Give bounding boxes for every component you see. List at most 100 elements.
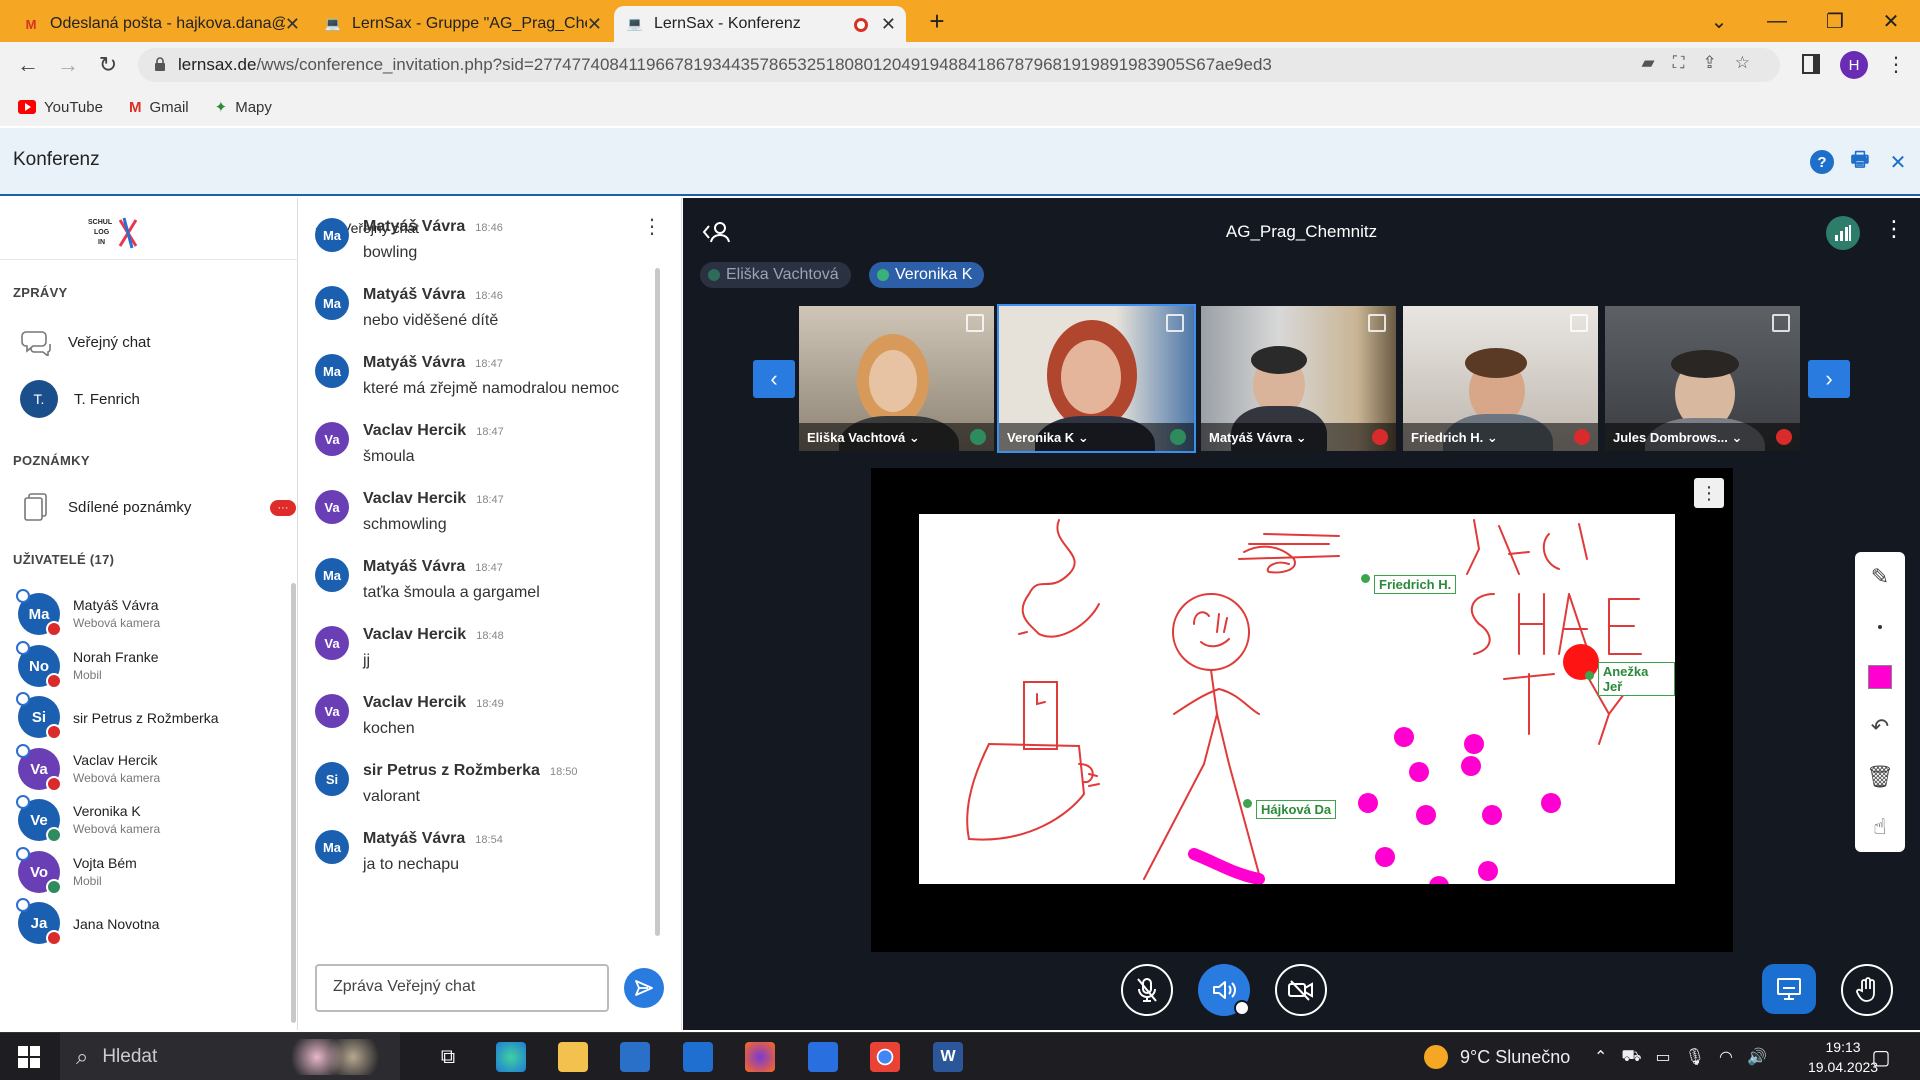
weather-widget[interactable]: 9°C Slunečno <box>1424 1033 1570 1080</box>
mute-microphone-button[interactable] <box>1121 964 1173 1016</box>
fullscreen-icon[interactable] <box>966 314 984 332</box>
volume-icon[interactable]: 🔊 <box>1747 1047 1767 1067</box>
windows-start-icon[interactable] <box>14 1042 44 1072</box>
sidebar-item-contact[interactable]: T. T. Fenrich <box>20 380 140 418</box>
delete-icon[interactable]: 🗑 <box>1855 752 1905 802</box>
close-icon[interactable]: ✕ <box>1886 150 1910 174</box>
previous-videos-button[interactable]: ‹ <box>753 360 795 398</box>
remote-cursor: Hájková Da <box>1243 788 1337 819</box>
user-list-item[interactable]: Ve Veronika K Webová kamera <box>16 793 288 847</box>
tab-lernsax-konferenz[interactable]: 💻 LernSax - Konferenz ✕ <box>614 6 906 42</box>
store-icon[interactable] <box>620 1042 650 1072</box>
message-text: bowling <box>363 244 418 261</box>
close-window-button[interactable]: ✕ <box>1862 0 1920 42</box>
microphone-icon[interactable]: 🎙 <box>1685 1047 1705 1067</box>
sidebar-item-shared-notes[interactable]: Sdílené poznámky <box>20 491 191 523</box>
tab-lernsax-group[interactable]: 💻 LernSax - Gruppe "AG_Prag_Chem ✕ <box>312 6 612 42</box>
fullscreen-icon[interactable] <box>1772 314 1790 332</box>
video-tile[interactable]: Matyáš Vávra ⌄ <box>1199 304 1398 453</box>
close-tab-icon[interactable]: ✕ <box>587 14 602 35</box>
word-icon[interactable]: W <box>933 1042 963 1072</box>
hand-pointer-icon[interactable]: ☝ <box>1855 802 1905 852</box>
color-picker[interactable] <box>1855 652 1905 702</box>
conference-menu-icon[interactable]: ⋮ <box>1883 216 1905 242</box>
url-field[interactable]: lernsax.de/wws/conference_invitation.php… <box>138 48 1780 82</box>
sidebar-scrollbar[interactable] <box>291 583 296 1023</box>
minimize-button[interactable]: — <box>1748 0 1806 42</box>
user-device: Mobil <box>73 874 102 888</box>
user-name: sir Petrus z Rožmberka <box>73 710 219 726</box>
tab-search-icon[interactable]: ⌄ <box>1690 0 1748 42</box>
video-tile[interactable]: Friedrich H. ⌄ <box>1401 304 1600 453</box>
whiteboard-canvas[interactable]: Friedrich H. Anežka Jeř Hájková Da <box>919 514 1675 896</box>
pencil-icon[interactable]: ✎ <box>1855 552 1905 602</box>
file-explorer-icon[interactable] <box>558 1042 588 1072</box>
user-list-item[interactable]: Va Vaclav Hercik Webová kamera <box>16 742 288 796</box>
presentation-button[interactable] <box>1762 964 1816 1014</box>
menu-dots-icon[interactable]: ⋮ <box>1886 52 1906 77</box>
print-icon[interactable]: 🖶 <box>1848 149 1872 174</box>
camera-button[interactable] <box>1275 964 1327 1016</box>
chat-message-input[interactable]: Zpráva Veřejný chat <box>315 964 609 1012</box>
mic-muted-icon <box>46 724 62 740</box>
cursor-dot <box>1243 799 1252 808</box>
edge-icon[interactable] <box>496 1042 526 1072</box>
chrome-icon[interactable] <box>870 1042 900 1072</box>
camera-blocked-icon[interactable]: ▰ <box>1642 53 1655 73</box>
notifications-icon[interactable]: ▢ <box>1866 1042 1896 1072</box>
user-list-item[interactable]: Ja Jana Novotna <box>16 896 288 950</box>
user-list-item[interactable]: No Norah Franke Mobil <box>16 639 288 693</box>
gmail-icon: M <box>128 98 142 116</box>
mic-muted-icon <box>1776 429 1792 445</box>
next-videos-button[interactable]: › <box>1808 360 1850 398</box>
bookmark-star-icon[interactable]: ☆ <box>1735 53 1750 73</box>
audio-button[interactable] <box>1198 964 1250 1016</box>
mail-icon[interactable] <box>683 1042 713 1072</box>
task-view-icon[interactable]: ⧉ <box>433 1042 463 1072</box>
close-tab-icon[interactable]: ✕ <box>285 14 300 35</box>
tab-gmail[interactable]: M Odeslaná pošta - hajkova.dana@ ✕ <box>10 6 310 42</box>
fullscreen-icon[interactable] <box>1570 314 1588 332</box>
wifi-icon[interactable]: ◠ <box>1719 1047 1733 1067</box>
bookmark-mapy[interactable]: ✦ Mapy <box>215 98 272 117</box>
share-icon[interactable]: ⇪ <box>1703 53 1717 73</box>
firefox-icon[interactable] <box>745 1042 775 1072</box>
battery-icon[interactable]: ▭ <box>1656 1047 1671 1067</box>
send-button[interactable] <box>624 968 664 1008</box>
audio-settings-icon[interactable] <box>1234 1000 1250 1016</box>
maximize-button[interactable]: ❐ <box>1806 0 1864 42</box>
forward-icon[interactable]: → <box>52 50 84 80</box>
video-tile[interactable]: Jules Dombrows... ⌄ <box>1603 304 1802 453</box>
fullscreen-icon[interactable] <box>1368 314 1386 332</box>
whiteboard-menu-icon[interactable]: ⋮ <box>1694 478 1724 508</box>
side-panel-icon[interactable] <box>1802 54 1820 74</box>
chevron-up-icon[interactable]: ⌃ <box>1594 1047 1607 1067</box>
new-tab-button[interactable]: + <box>922 6 952 37</box>
undo-icon[interactable]: ↶ <box>1855 702 1905 752</box>
reload-icon[interactable]: ↻ <box>92 50 124 80</box>
network-app-icon[interactable]: ⛟ <box>1621 1047 1641 1067</box>
search-icon: ⌕ <box>76 1044 89 1069</box>
video-tile[interactable]: Veronika K ⌄ <box>997 304 1196 453</box>
dropbox-icon[interactable] <box>808 1042 838 1072</box>
connection-stats-icon[interactable] <box>1826 216 1860 250</box>
user-list-item[interactable]: Si sir Petrus z Rožmberka <box>16 690 288 744</box>
help-icon[interactable]: ? <box>1810 150 1834 174</box>
translate-icon[interactable]: ⛶ <box>1673 53 1685 73</box>
chat-scrollbar[interactable] <box>655 268 660 936</box>
user-list-item[interactable]: Ma Matyáš Vávra Webová kamera <box>16 587 288 641</box>
raise-hand-button[interactable] <box>1841 964 1893 1016</box>
video-tile[interactable]: Eliška Vachtová ⌄ <box>797 304 996 453</box>
profile-avatar[interactable]: H <box>1840 51 1868 79</box>
taskbar-search[interactable]: ⌕ Hledat <box>60 1033 400 1080</box>
avatar: Va <box>315 490 349 524</box>
back-icon[interactable]: ← <box>12 50 44 80</box>
brush-size-icon[interactable] <box>1855 602 1905 652</box>
close-tab-icon[interactable]: ✕ <box>881 14 896 35</box>
bookmark-youtube[interactable]: YouTube <box>18 99 103 116</box>
user-list-item[interactable]: Vo Vojta Bém Mobil <box>16 845 288 899</box>
remote-cursor: Anežka Jeř <box>1585 654 1675 696</box>
sidebar-item-public-chat[interactable]: Veřejný chat <box>20 326 151 358</box>
fullscreen-icon[interactable] <box>1166 314 1184 332</box>
bookmark-gmail[interactable]: M Gmail <box>129 99 189 116</box>
